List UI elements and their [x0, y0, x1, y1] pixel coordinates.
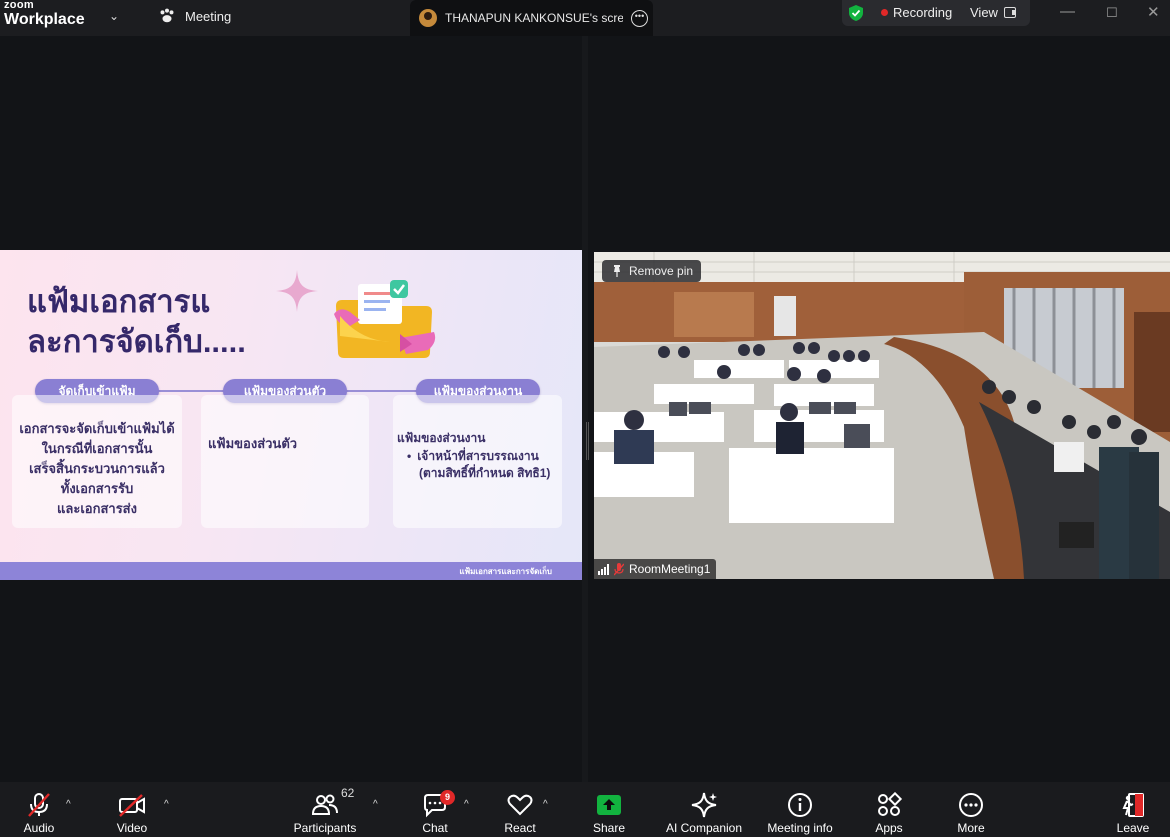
mic-muted-icon — [28, 793, 50, 817]
apps-button[interactable]: Apps — [872, 782, 906, 837]
react-label: React — [504, 821, 536, 835]
signal-strength-icon — [598, 563, 609, 575]
video-options-caret-icon[interactable]: ^ — [164, 799, 169, 810]
share-label: Share — [592, 821, 626, 835]
shared-screen-pane: แฟ้มเอกสารแ ละการจัดเก็บ..... จัดเก็บเข้… — [0, 36, 582, 782]
participant-name-tag: RoomMeeting1 — [594, 559, 717, 579]
more-options-icon[interactable]: ••• — [631, 9, 648, 27]
room-video-feed — [594, 252, 1170, 579]
tab-screen-share-label: THANAPUN KANKONSUE's screen — [445, 11, 623, 25]
split-drag-handle[interactable] — [586, 422, 589, 460]
title-bar: zoom Workplace ⌄ Meeting THANAPUN KANKON… — [0, 0, 1170, 36]
list-item: เจ้าหน้าที่สารบรรณงาน — [407, 448, 557, 465]
leave-label: Leave — [1116, 821, 1150, 835]
slide-card-personal — [201, 395, 369, 528]
meeting-toolbar: Audio ^ Video ^ 62 Participants ^ 9 Chat… — [0, 782, 1170, 837]
view-layout-icon[interactable] — [1004, 7, 1016, 18]
leave-button[interactable]: Leave — [1116, 782, 1150, 837]
participants-button[interactable]: 62 Participants — [292, 782, 358, 837]
ai-companion-button[interactable]: AI Companion — [664, 782, 744, 837]
react-button[interactable]: React — [502, 782, 538, 837]
audio-label: Audio — [23, 821, 55, 835]
sparkle-icon — [276, 270, 318, 312]
participant-name: RoomMeeting1 — [629, 562, 711, 576]
participants-icon — [311, 794, 338, 815]
video-tile-room[interactable]: Remove pin RoomMeeting1 — [594, 252, 1170, 579]
share-button[interactable]: Share — [590, 782, 628, 837]
video-label: Video — [116, 821, 148, 835]
tab-meeting-label: Meeting — [185, 8, 232, 24]
heart-icon — [507, 794, 533, 816]
participants-label: Participants — [293, 821, 357, 835]
view-button[interactable]: View — [970, 5, 998, 20]
chat-button[interactable]: 9 Chat — [418, 782, 455, 837]
recording-label[interactable]: Recording — [893, 5, 952, 20]
remove-pin-button[interactable]: Remove pin — [602, 260, 702, 282]
video-off-icon — [119, 794, 145, 817]
apps-icon — [878, 792, 903, 816]
paw-icon — [160, 8, 174, 23]
recording-indicator: Recording View — [842, 0, 1030, 26]
chat-options-caret-icon[interactable]: ^ — [464, 799, 469, 810]
audio-button[interactable]: Audio — [22, 782, 56, 837]
shared-slide: แฟ้มเอกสารแ ละการจัดเก็บ..... จัดเก็บเข้… — [0, 250, 582, 580]
more-icon — [959, 793, 983, 817]
zoom-workplace-logo[interactable]: zoom Workplace — [4, 0, 85, 29]
leave-icon — [1122, 793, 1144, 817]
maximize-icon[interactable]: ☐ — [1106, 5, 1118, 21]
mic-muted-icon — [614, 562, 624, 575]
remove-pin-label: Remove pin — [629, 264, 694, 278]
video-button[interactable]: Video — [114, 782, 150, 837]
apps-label: Apps — [875, 821, 903, 835]
recording-dot — [881, 9, 888, 16]
chevron-down-icon[interactable]: ⌄ — [109, 9, 119, 23]
slide-card-department-text: แฟ้มของส่วนงาน เจ้าหน้าที่สารบรรณงาน (ตา… — [397, 428, 557, 482]
slide-card-personal-text: แฟ้มของส่วนตัว — [208, 436, 298, 451]
react-options-caret-icon[interactable]: ^ — [543, 799, 548, 810]
meeting-info-label: Meeting info — [767, 821, 833, 835]
ai-sparkle-icon — [691, 792, 717, 818]
meeting-stage: แฟ้มเอกสารแ ละการจัดเก็บ..... จัดเก็บเข้… — [0, 36, 1170, 782]
meeting-info-button[interactable]: Meeting info — [764, 782, 836, 837]
tab-screen-share[interactable]: THANAPUN KANKONSUE's screen ••• — [410, 0, 653, 36]
chat-label: Chat — [422, 821, 448, 835]
close-icon[interactable]: ✕ — [1147, 3, 1160, 21]
split-divider[interactable] — [582, 36, 588, 782]
ai-companion-label: AI Companion — [665, 821, 743, 835]
pin-icon — [614, 265, 620, 277]
chat-badge: 9 — [440, 790, 455, 805]
more-button[interactable]: More — [954, 782, 988, 837]
share-screen-icon — [597, 795, 621, 815]
tab-meeting[interactable]: Meeting — [158, 7, 231, 25]
slide-footer: แฟ้มเอกสารและการจัดเก็บ — [0, 562, 582, 580]
folder-icon — [334, 280, 436, 358]
more-label: More — [957, 821, 985, 835]
minimize-icon[interactable]: — — [1060, 3, 1075, 20]
audio-options-caret-icon[interactable]: ^ — [66, 799, 71, 810]
shield-icon[interactable] — [847, 4, 865, 22]
slide-title: แฟ้มเอกสารแ ละการจัดเก็บ..... — [27, 284, 246, 359]
slide-card-store-text: เอกสารจะจัดเก็บเข้าแฟ้มได้ ในกรณีที่เอกส… — [19, 421, 175, 516]
avatar — [419, 9, 437, 27]
info-icon — [788, 793, 812, 817]
participants-options-caret-icon[interactable]: ^ — [373, 799, 378, 810]
participants-count: 62 — [341, 786, 355, 800]
